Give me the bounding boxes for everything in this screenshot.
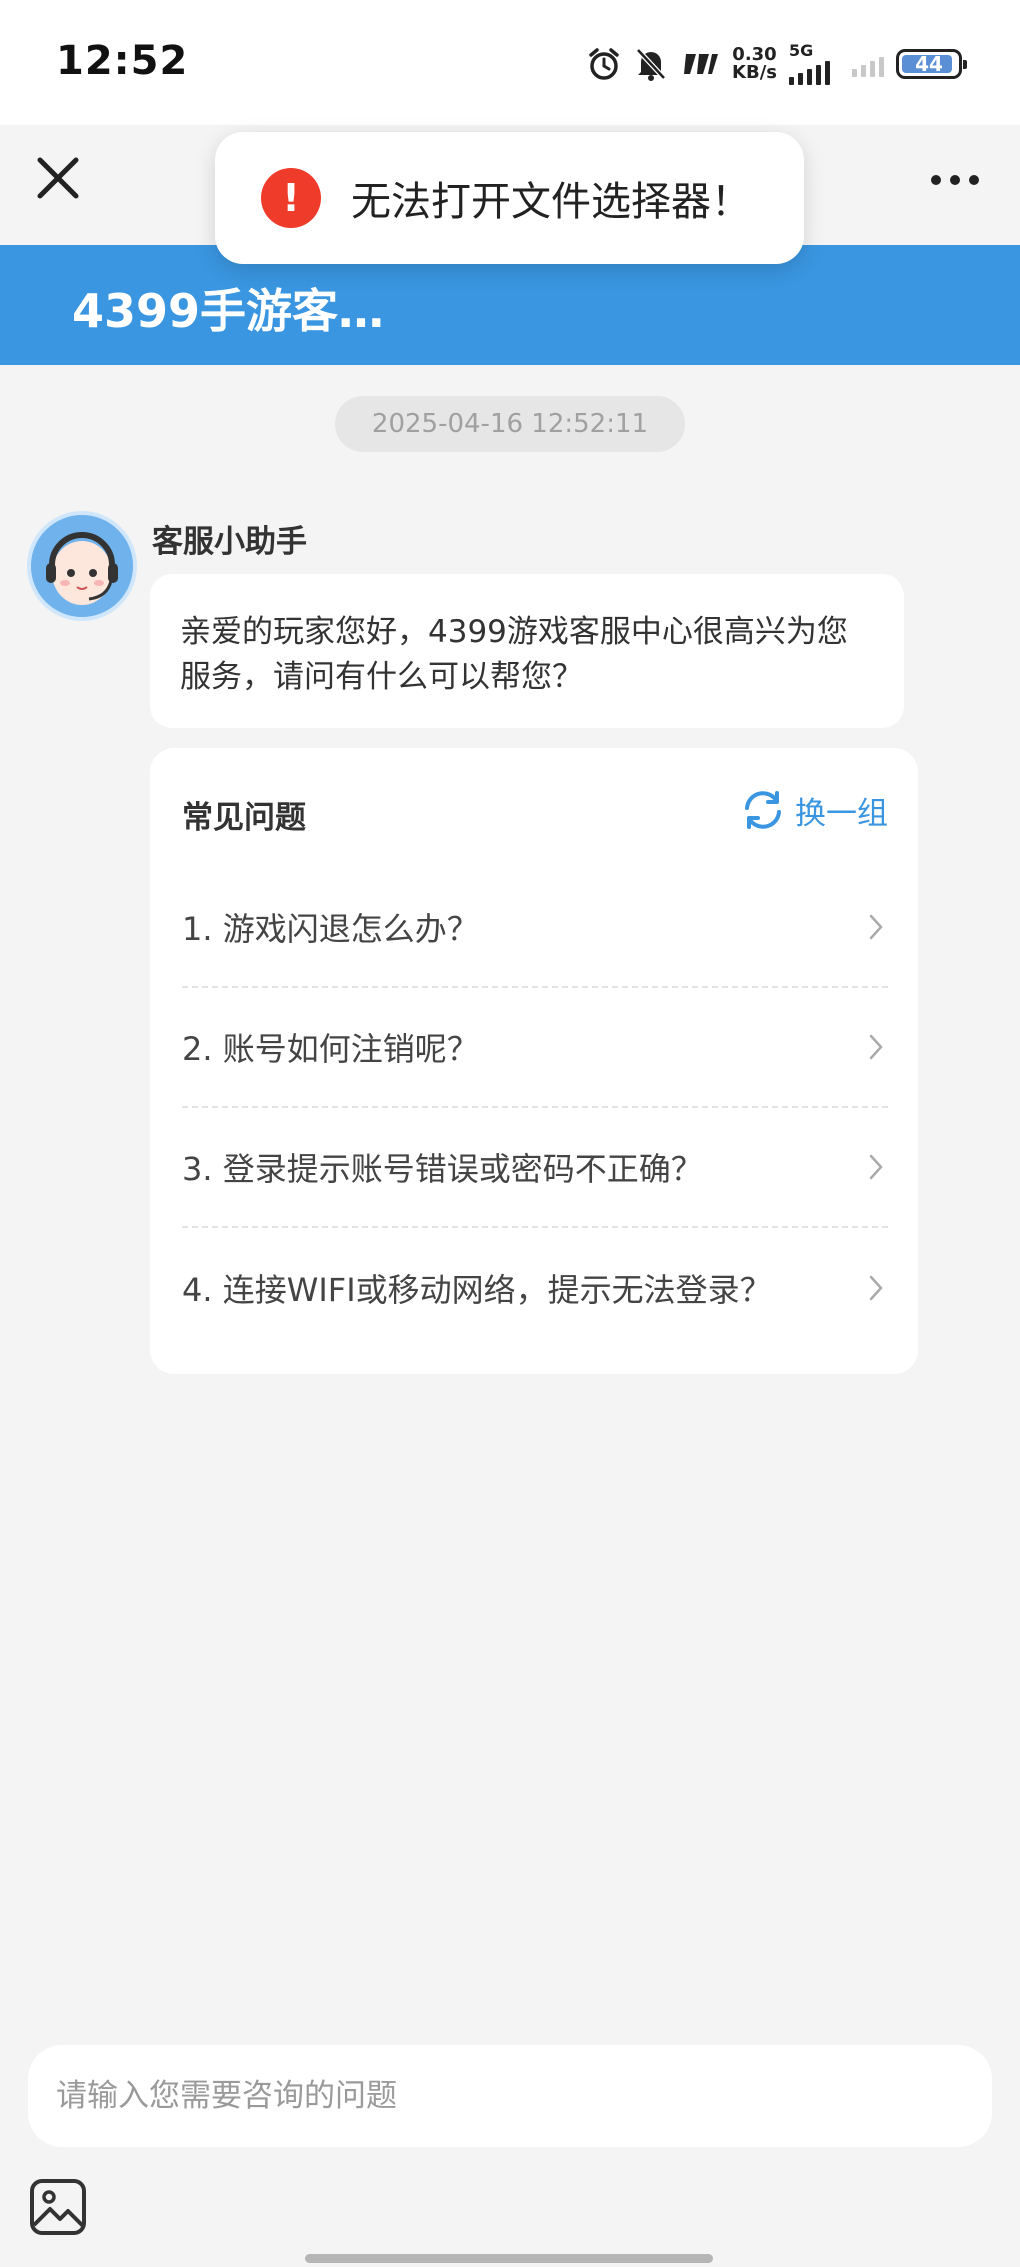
faq-list: 1. 游戏闪退怎么办？ 2. 账号如何注销呢？ 3. 登录提示账号错误或密码不正… bbox=[182, 868, 888, 1348]
faq-refresh-label: 换一组 bbox=[795, 795, 888, 832]
net-speed: 0.30 KB/s bbox=[732, 46, 777, 82]
status-bar: 12:52 0.30 KB/s 5G 44 bbox=[0, 0, 1020, 125]
question-input[interactable] bbox=[28, 2045, 992, 2147]
error-icon: ! bbox=[261, 168, 321, 228]
close-icon bbox=[37, 157, 79, 199]
error-toast: ! 无法打开文件选择器！ bbox=[215, 132, 804, 264]
faq-item-label: 2. 账号如何注销呢？ bbox=[182, 1030, 479, 1068]
greeting-message: 亲爱的玩家您好，4399游戏客服中心很高兴为您服务，请问有什么可以帮您？ bbox=[150, 574, 904, 728]
refresh-icon bbox=[745, 791, 781, 829]
image-upload-button[interactable] bbox=[28, 2177, 88, 2237]
faq-item-label: 3. 登录提示账号错误或密码不正确？ bbox=[182, 1150, 703, 1188]
signal-5g-icon: 5G bbox=[789, 43, 830, 85]
avatar bbox=[27, 511, 137, 621]
more-icon-dot bbox=[931, 175, 941, 185]
faq-item[interactable]: 3. 登录提示账号错误或密码不正确？ bbox=[182, 1108, 888, 1228]
home-indicator[interactable] bbox=[305, 2254, 713, 2263]
faq-item-label: 4. 连接WIFI或移动网络，提示无法登录？ bbox=[182, 1271, 772, 1309]
more-button[interactable] bbox=[920, 160, 990, 200]
image-icon bbox=[30, 2179, 86, 2235]
more-icon-dot bbox=[969, 175, 979, 185]
faq-item[interactable]: 1. 游戏闪退怎么办？ bbox=[182, 868, 888, 988]
signal-icon bbox=[852, 51, 884, 77]
faq-item[interactable]: 4. 连接WIFI或移动网络，提示无法登录？ bbox=[182, 1228, 888, 1348]
chevron-right-icon bbox=[864, 1154, 888, 1180]
network-type: 5G bbox=[789, 41, 814, 60]
faq-title: 常见问题 bbox=[182, 800, 306, 836]
status-time: 12:52 bbox=[56, 38, 189, 84]
close-button[interactable] bbox=[30, 150, 86, 206]
battery-icon: 44 bbox=[896, 49, 967, 79]
speed-icon bbox=[680, 50, 720, 78]
chat-timestamp: 2025-04-16 12:52:11 bbox=[335, 396, 685, 452]
alarm-icon bbox=[586, 46, 622, 82]
faq-item[interactable]: 2. 账号如何注销呢？ bbox=[182, 988, 888, 1108]
page-title: 4399手游客… bbox=[72, 284, 385, 338]
chevron-right-icon bbox=[864, 1275, 888, 1301]
battery-level: 44 bbox=[915, 52, 943, 76]
mute-icon bbox=[634, 46, 668, 82]
toast-message: 无法打开文件选择器！ bbox=[351, 179, 751, 225]
faq-refresh-button[interactable]: 换一组 bbox=[741, 788, 888, 832]
chevron-right-icon bbox=[864, 1034, 888, 1060]
chevron-right-icon bbox=[864, 914, 888, 940]
net-speed-unit: KB/s bbox=[732, 62, 777, 83]
more-icon-dot bbox=[950, 175, 960, 185]
agent-name: 客服小助手 bbox=[152, 524, 307, 560]
status-icons: 0.30 KB/s 5G 44 bbox=[586, 40, 967, 88]
faq-card: 常见问题 换一组 1. 游戏闪退怎么办？ 2. 账号如何注销呢？ 3. 登录提示… bbox=[150, 748, 918, 1374]
faq-item-label: 1. 游戏闪退怎么办？ bbox=[182, 910, 479, 948]
